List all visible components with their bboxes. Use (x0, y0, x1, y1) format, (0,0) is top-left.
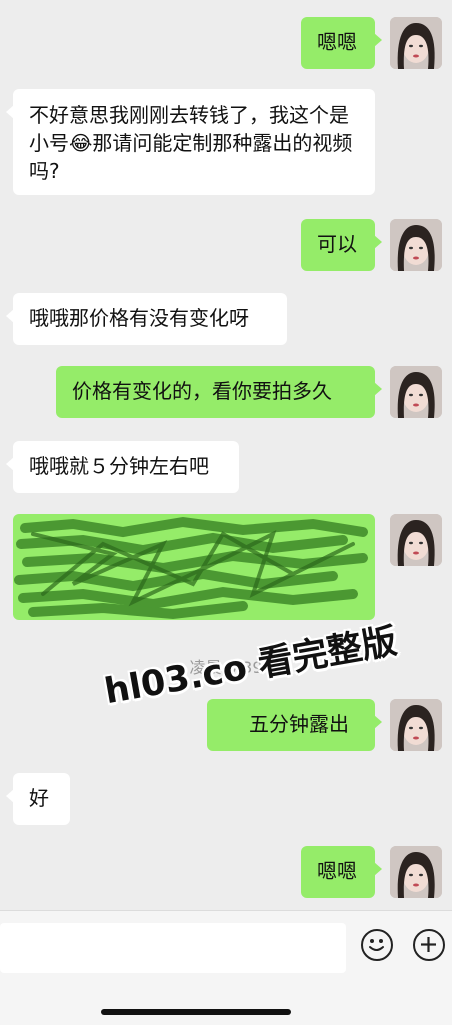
input-bar (0, 910, 452, 1025)
avatar[interactable] (390, 366, 442, 418)
outgoing-message[interactable]: 五分钟露出 (207, 699, 382, 751)
home-indicator[interactable] (101, 1009, 291, 1015)
message-text: 不好意思我刚刚去转钱了，我这个是小号😂那请问能定制那种露出的视频吗? (29, 103, 353, 183)
scribble-redaction (14, 516, 368, 620)
message-text: 哦哦那价格有没有变化呀 (29, 306, 249, 330)
message-text: 价格有变化的，看你要拍多久 (72, 379, 332, 403)
outgoing-message[interactable]: 嗯嗯 (301, 17, 382, 69)
message-text: 五分钟露出 (249, 712, 349, 736)
outgoing-message[interactable]: 可以 (301, 219, 382, 271)
incoming-message[interactable]: 哦哦那价格有没有变化呀 (6, 293, 287, 345)
avatar[interactable] (390, 514, 442, 566)
outgoing-message[interactable]: 嗯嗯 (301, 846, 382, 898)
message-text: 嗯嗯 (317, 859, 357, 883)
incoming-message[interactable]: 不好意思我刚刚去转钱了，我这个是小号😂那请问能定制那种露出的视频吗? (6, 89, 375, 195)
incoming-message[interactable]: 好 (6, 773, 70, 825)
plus-icon[interactable] (413, 929, 445, 961)
avatar[interactable] (390, 699, 442, 751)
avatar[interactable] (390, 846, 442, 898)
message-input[interactable] (0, 923, 346, 973)
message-text: 好 (29, 786, 49, 810)
avatar[interactable] (390, 17, 442, 69)
incoming-message[interactable]: 哦哦就５分钟左右吧 (6, 441, 239, 493)
emoji-icon[interactable] (361, 929, 393, 961)
redacted-message[interactable] (13, 514, 375, 620)
message-text: 嗯嗯 (317, 30, 357, 54)
message-text: 可以 (317, 232, 357, 256)
avatar[interactable] (390, 219, 442, 271)
outgoing-message[interactable]: 价格有变化的，看你要拍多久 (56, 366, 382, 418)
message-text: 哦哦就５分钟左右吧 (29, 454, 209, 478)
